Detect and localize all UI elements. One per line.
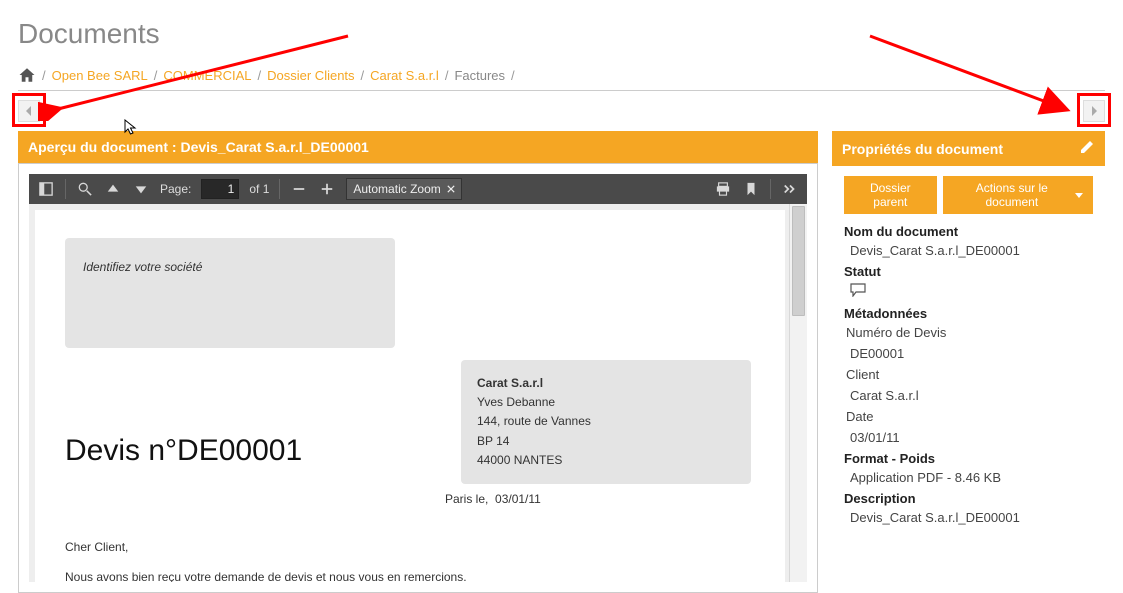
meta-value-client: Carat S.a.r.l (844, 388, 1093, 403)
page-of-label: of 1 (249, 182, 269, 196)
document-date-line: Paris le, 03/01/11 (445, 492, 541, 506)
prop-value-description: Devis_Carat S.a.r.l_DE00001 (844, 510, 1093, 525)
page-title: Documents (18, 18, 1105, 50)
document-actions-button[interactable]: Actions sur le document (943, 176, 1093, 214)
meta-label-num: Numéro de Devis (844, 325, 1093, 340)
zoom-out-icon[interactable] (290, 180, 308, 198)
scrollbar[interactable] (789, 204, 807, 582)
prop-label-format: Format - Poids (844, 451, 1093, 466)
scrollbar-thumb[interactable] (792, 206, 805, 316)
properties-panel: Dossier parent Actions sur le document N… (832, 166, 1105, 541)
meta-value-date: 03/01/11 (844, 430, 1093, 445)
comment-icon (844, 283, 1093, 300)
breadcrumb-link[interactable]: Dossier Clients (267, 68, 354, 83)
zoom-select[interactable]: Automatic Zoom (346, 178, 461, 200)
page-label: Page: (160, 182, 191, 196)
prop-label-name: Nom du document (844, 224, 1093, 239)
sidebar-toggle-icon[interactable] (37, 180, 55, 198)
next-document-button[interactable] (1083, 100, 1105, 122)
preview-header: Aperçu du document : Devis_Carat S.a.r.l… (18, 131, 818, 163)
parent-folder-button[interactable]: Dossier parent (844, 176, 937, 214)
print-icon[interactable] (714, 180, 732, 198)
caret-down-icon (1075, 193, 1083, 198)
meta-value-num: DE00001 (844, 346, 1093, 361)
prop-label-status: Statut (844, 264, 1093, 279)
meta-label-date: Date (844, 409, 1093, 424)
breadcrumb-link[interactable]: COMMERCIAL (163, 68, 251, 83)
meta-label-client: Client (844, 367, 1093, 382)
prev-document-button[interactable] (18, 100, 40, 122)
pdf-toolbar: Page: of 1 Automatic Zoom (29, 174, 807, 204)
prop-value-format: Application PDF - 8.46 KB (844, 470, 1093, 485)
prop-label-description: Description (844, 491, 1093, 506)
page-number-input[interactable] (201, 179, 239, 199)
tools-icon[interactable] (781, 180, 799, 198)
search-icon[interactable] (76, 180, 94, 198)
breadcrumb-current: Factures (454, 68, 505, 83)
document-page: Identifiez votre société Carat S.a.r.l Y… (35, 210, 785, 582)
pdf-viewer: Page: of 1 Automatic Zoom Identifiez v (18, 163, 818, 593)
page-up-icon[interactable] (104, 180, 122, 198)
prop-label-metadata: Métadonnées (844, 306, 1093, 321)
home-icon[interactable] (18, 66, 36, 84)
prop-value-name: Devis_Carat S.a.r.l_DE00001 (844, 243, 1093, 258)
zoom-in-icon[interactable] (318, 180, 336, 198)
breadcrumb-link[interactable]: Open Bee SARL (52, 68, 148, 83)
properties-header: Propriétés du document (832, 131, 1105, 166)
breadcrumb: / Open Bee SARL / COMMERCIAL / Dossier C… (18, 66, 1105, 84)
breadcrumb-link[interactable]: Carat S.a.r.l (370, 68, 439, 83)
bookmark-icon[interactable] (742, 180, 760, 198)
recipient-address: Carat S.a.r.l Yves Debanne 144, route de… (461, 360, 751, 484)
page-down-icon[interactable] (132, 180, 150, 198)
society-placeholder: Identifiez votre société (65, 238, 395, 348)
pencil-icon[interactable] (1079, 139, 1095, 158)
document-body: Cher Client, Nous avons bien reçu votre … (65, 538, 755, 582)
